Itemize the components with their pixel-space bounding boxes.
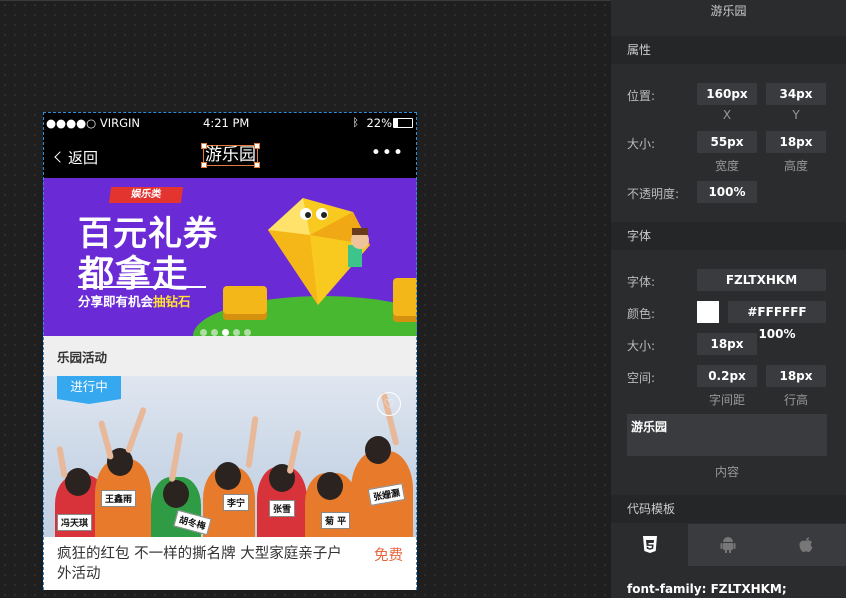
letter-spacing-input[interactable]: 0.2px xyxy=(697,365,757,387)
tab-android[interactable] xyxy=(689,524,766,566)
letter-spacing-caption: 字间距 xyxy=(708,393,745,407)
section-title: 乐园活动 xyxy=(57,350,108,365)
line-height-input[interactable]: 18px xyxy=(766,365,826,387)
width-input[interactable]: 55px xyxy=(697,131,757,153)
selection-guide-top xyxy=(43,112,417,113)
carousel-dot[interactable] xyxy=(200,329,207,336)
resize-handle[interactable] xyxy=(201,162,207,168)
back-label: 返回 xyxy=(68,149,99,167)
diamond-illustration xyxy=(268,198,370,305)
person-arm xyxy=(124,406,148,454)
banner-headline-2: 都拿走 xyxy=(78,254,190,295)
back-button[interactable]: 返回 xyxy=(54,147,99,168)
nav-bar: 返回 游乐园 ••• 12px xyxy=(43,134,417,199)
name-tag: 菊 平 xyxy=(321,512,351,529)
activity-price: 免费 xyxy=(374,548,403,564)
person-head xyxy=(365,436,391,464)
battery-percent: 22% xyxy=(366,116,392,130)
opacity-input[interactable]: 100% xyxy=(697,181,757,203)
code-section-header[interactable]: 代码模板 xyxy=(611,495,846,523)
bluetooth-icon: ᛒ xyxy=(352,116,359,129)
code-tabs xyxy=(611,524,846,566)
status-tag: 进行中 xyxy=(57,376,121,404)
heart-icon[interactable]: ♡ xyxy=(377,392,401,416)
chevron-left-icon xyxy=(54,151,66,163)
carousel-dots[interactable] xyxy=(200,321,255,336)
line-height-caption: 行高 xyxy=(783,393,808,407)
person-head xyxy=(317,472,343,500)
name-tag: 冯天琪 xyxy=(57,514,93,531)
inspector-title: 游乐园 xyxy=(611,0,846,37)
font-section-header[interactable]: 字体 xyxy=(611,222,846,250)
tab-ios[interactable] xyxy=(767,524,844,566)
font-color-input[interactable]: #FFFFFF 100% xyxy=(728,301,826,341)
person-arm xyxy=(245,415,259,469)
font-family-input[interactable]: FZLTXHKM xyxy=(697,269,826,291)
name-tag: 王鑫雨 xyxy=(101,490,137,507)
android-icon xyxy=(720,537,735,553)
carousel-dot-active[interactable] xyxy=(222,329,229,336)
coin-stack xyxy=(223,286,267,320)
font-size-input[interactable]: 18px xyxy=(697,333,757,355)
attributes-section-header[interactable]: 属性 xyxy=(611,36,846,64)
width-caption: 宽度 xyxy=(714,159,739,173)
status-bar: ●●●●○ VIRGIN 4:21 PM ᛒ 22% xyxy=(43,112,417,134)
font-size-label: 大小: xyxy=(627,339,656,353)
css3-icon xyxy=(642,536,657,553)
position-y-input[interactable]: 34px xyxy=(766,83,826,105)
nav-title-selected[interactable]: 游乐园 xyxy=(201,143,260,168)
promo-banner[interactable]: 娱乐类 百元礼券 都拿走 分享即有机会抽钻石 xyxy=(43,178,417,336)
font-color-label: 颜色: xyxy=(627,307,656,321)
canvas-top-divider xyxy=(0,0,611,1)
font-family-label: 字体: xyxy=(627,275,656,289)
person-head xyxy=(163,480,189,508)
size-label: 大小: xyxy=(627,137,656,151)
person-arm xyxy=(56,445,68,479)
resize-handle[interactable] xyxy=(254,162,260,168)
apple-icon xyxy=(799,537,812,552)
banner-subtitle: 分享即有机会抽钻石 xyxy=(78,291,191,310)
status-time: 4:21 PM xyxy=(203,116,250,130)
name-tag: 李宁 xyxy=(223,494,250,511)
carousel-dot[interactable] xyxy=(233,329,240,336)
tab-css3[interactable] xyxy=(611,524,688,566)
carousel-dot[interactable] xyxy=(244,329,251,336)
height-caption: 高度 xyxy=(783,159,808,173)
name-tag: 张雪 xyxy=(269,500,296,517)
color-swatch[interactable] xyxy=(697,301,719,323)
spacing-label: 空间: xyxy=(627,371,656,385)
code-line: font-family: FZLTXHKM; xyxy=(627,582,787,596)
content-textarea[interactable]: 游乐园 xyxy=(627,414,827,456)
opacity-label: 不透明度: xyxy=(627,187,680,201)
height-input[interactable]: 18px xyxy=(766,131,826,153)
coin-stack xyxy=(393,278,417,322)
person-head xyxy=(215,462,241,490)
nav-title: 游乐园 xyxy=(205,145,256,165)
phone-preview: ●●●●○ VIRGIN 4:21 PM ᛒ 22% 返回 游乐园 ••• 12… xyxy=(43,112,417,590)
person-arm xyxy=(97,419,115,461)
position-label: 位置: xyxy=(627,89,656,103)
inspector-panel: 游乐园 属性 位置: 160px 34px X Y 大小: 55px 18px … xyxy=(611,0,846,598)
more-icon[interactable]: ••• xyxy=(371,143,404,163)
banner-divider xyxy=(78,286,206,288)
x-caption: X xyxy=(722,108,732,122)
banner-subtitle-highlight: 抽钻石 xyxy=(153,294,191,309)
person-arm xyxy=(286,429,302,475)
content-caption: 内容 xyxy=(714,465,739,479)
y-caption: Y xyxy=(792,108,800,122)
position-x-input[interactable]: 160px xyxy=(697,83,757,105)
battery-icon xyxy=(393,118,413,128)
carousel-dot[interactable] xyxy=(211,329,218,336)
person-head xyxy=(65,468,91,496)
activity-photo[interactable]: 冯天琪 王鑫雨 胡冬梅 李宁 张雪 菊 平 张姗灏 进行中 ♡ xyxy=(43,376,417,537)
banner-ribbon: 娱乐类 xyxy=(108,187,184,203)
resize-handle[interactable] xyxy=(201,143,207,149)
person-arm xyxy=(168,431,184,483)
section-header: 乐园活动 xyxy=(43,336,417,376)
banner-subtitle-text: 分享即有机会 xyxy=(78,294,154,309)
resize-handle[interactable] xyxy=(254,143,260,149)
activity-caption[interactable]: 疯狂的红包 不一样的撕名牌 大型家庭亲子户外活动 xyxy=(57,544,352,584)
carrier-label: ●●●●○ VIRGIN xyxy=(46,116,140,130)
